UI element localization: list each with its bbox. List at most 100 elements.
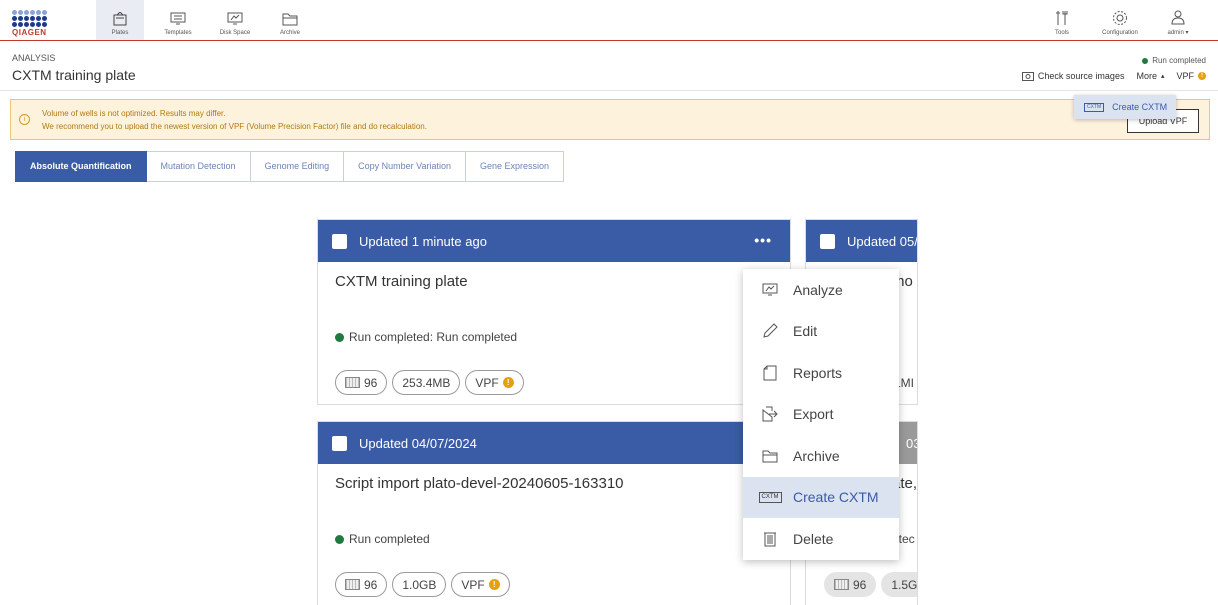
plate-name[interactable]: Script import plato-devel-20240605-16331… [335,475,624,492]
cxtm-icon: CXTM [1084,102,1105,112]
trash-icon [761,530,779,548]
caret-up-icon: ▴ [1160,73,1165,80]
gear-icon [1113,11,1127,25]
nav-disk-space-label: Disk Space [219,30,251,36]
nav-plates[interactable]: Plates [96,0,144,40]
nav-templates-label: Templates [164,30,192,36]
tab-genome-editing[interactable]: Genome Editing [250,151,345,182]
nav-archive[interactable]: Archive [270,0,310,40]
more-menu-create-cxtm[interactable]: CXTM Create CXTM [1074,95,1176,119]
plate-badges: 96 253.4MB VPF ! [335,370,524,395]
cxtm-icon: CXTM [758,488,782,506]
select-checkbox[interactable] [820,233,835,249]
plate-card-header: Updated 04/07/2024 [318,422,790,464]
qiagen-logo[interactable]: QIAGEN [12,10,54,40]
plate-grid-icon [834,579,849,590]
nav-plates-label: Plates [111,30,129,36]
tab-mutation-detection[interactable]: Mutation Detection [146,151,251,182]
check-source-images-button[interactable]: Check source images [1021,71,1125,81]
vpf-badge: VPF ! [465,370,524,395]
warning-icon: ! [488,579,500,590]
banner-line-1: Volume of wells is not optimized. Result… [42,109,226,118]
nav-configuration[interactable]: Configuration [1093,0,1147,40]
tab-absolute-quantification[interactable]: Absolute Quantification [15,151,147,182]
info-icon: i [19,114,30,125]
size-badge: 253.4MB [392,370,461,395]
vpf-label: VPF [1176,71,1194,81]
plate-context-menu: Analyze Edit Reports Export Archive CXTM… [743,269,899,560]
nav-user[interactable]: admin ▾ [1158,0,1198,40]
more-options-icon[interactable]: ••• [754,232,772,248]
header-actions: Check source images More ▴ VPF ! [1021,71,1206,81]
check-source-images-label: Check source images [1037,71,1125,81]
plate-updated: Updated 05/ [847,233,918,249]
select-checkbox[interactable] [332,435,347,451]
run-status: Run completed [1142,56,1206,65]
plate-grid-icon [345,377,360,388]
menu-item-delete[interactable]: Delete [743,518,899,560]
pencil-icon [761,322,779,340]
plate-card[interactable]: Updated 1 minute ago ••• CXTM training p… [317,219,791,405]
tab-gene-expression[interactable]: Gene Expression [465,151,565,182]
plate-card-header: Updated 05/ [806,220,917,262]
plate-status: Run completed [335,532,430,546]
plate-status-text: Run completed: Run completed [349,330,518,344]
menu-item-edit[interactable]: Edit [743,311,899,353]
plates-icon [113,12,127,26]
banner-line-2: We recommend you to upload the newest ve… [42,122,427,131]
nav-templates[interactable]: Templates [155,0,201,40]
nav-configuration-label: Configuration [1102,30,1138,36]
run-status-text: Run completed [1152,56,1206,65]
header-divider [0,90,1218,91]
warning-icon: ! [1198,72,1206,80]
menu-item-label: Export [793,406,834,423]
nav-user-label: admin ▾ [1167,29,1188,36]
menu-item-label: Analyze [793,281,843,298]
nav-tools[interactable]: Tools [1045,0,1079,40]
status-dot-icon [335,534,344,544]
plate-name[interactable]: CXTM training plate [335,273,468,290]
size-badge: 1.0GB [392,572,447,597]
menu-item-analyze[interactable]: Analyze [743,269,899,311]
status-dot-icon [1142,57,1149,64]
nav-archive-label: Archive [279,30,300,36]
menu-item-label: Delete [793,530,834,547]
reports-icon [761,364,779,382]
plate-badges: 96 1.0GB VPF ! [335,572,510,597]
menu-item-label: Reports [793,364,843,381]
menu-item-create-cxtm[interactable]: CXTM Create CXTM [743,476,899,518]
archive-icon [282,13,298,26]
plate-badges: 96 1.5G [824,572,917,597]
page-title: CXTM training plate [12,67,136,83]
menu-item-label: Create CXTM [793,489,879,506]
user-caret-icon: ▾ [1185,30,1189,36]
menu-item-export[interactable]: Export [743,394,899,436]
menu-item-reports[interactable]: Reports [743,352,899,394]
analysis-tabs: Absolute Quantification Mutation Detecti… [15,151,565,182]
plate-status-text: Run completed [349,532,430,546]
camera-icon [1021,72,1034,81]
wells-count: 96 [364,375,378,390]
logo-dots [12,10,54,27]
menu-item-label: Archive [793,447,840,464]
plate-updated: Updated 1 minute ago [359,233,487,249]
nav-disk-space[interactable]: Disk Space [212,0,258,40]
wells-badge: 96 [335,572,388,597]
disk-space-icon [227,12,243,25]
warning-icon: ! [502,377,514,388]
user-name: admin [1167,30,1184,36]
menu-item-archive[interactable]: Archive [743,435,899,477]
user-icon [1171,10,1185,25]
plate-card[interactable]: Updated 04/07/2024 Script import plato-d… [317,421,791,605]
more-button[interactable]: More ▴ [1136,71,1164,81]
plate-status: Run completed: Run completed [335,330,517,344]
select-checkbox[interactable] [332,233,347,249]
plate-updated: 03/ [906,435,917,451]
wells-badge: 96 [824,572,877,597]
vpf-badge: VPF ! [451,572,510,597]
plate-card-header: Updated 1 minute ago ••• [318,220,790,262]
more-label: More [1136,71,1157,81]
vpf-status[interactable]: VPF ! [1176,71,1206,81]
tab-copy-number-variation[interactable]: Copy Number Variation [344,151,466,182]
brand-name: QIAGEN [12,28,47,37]
